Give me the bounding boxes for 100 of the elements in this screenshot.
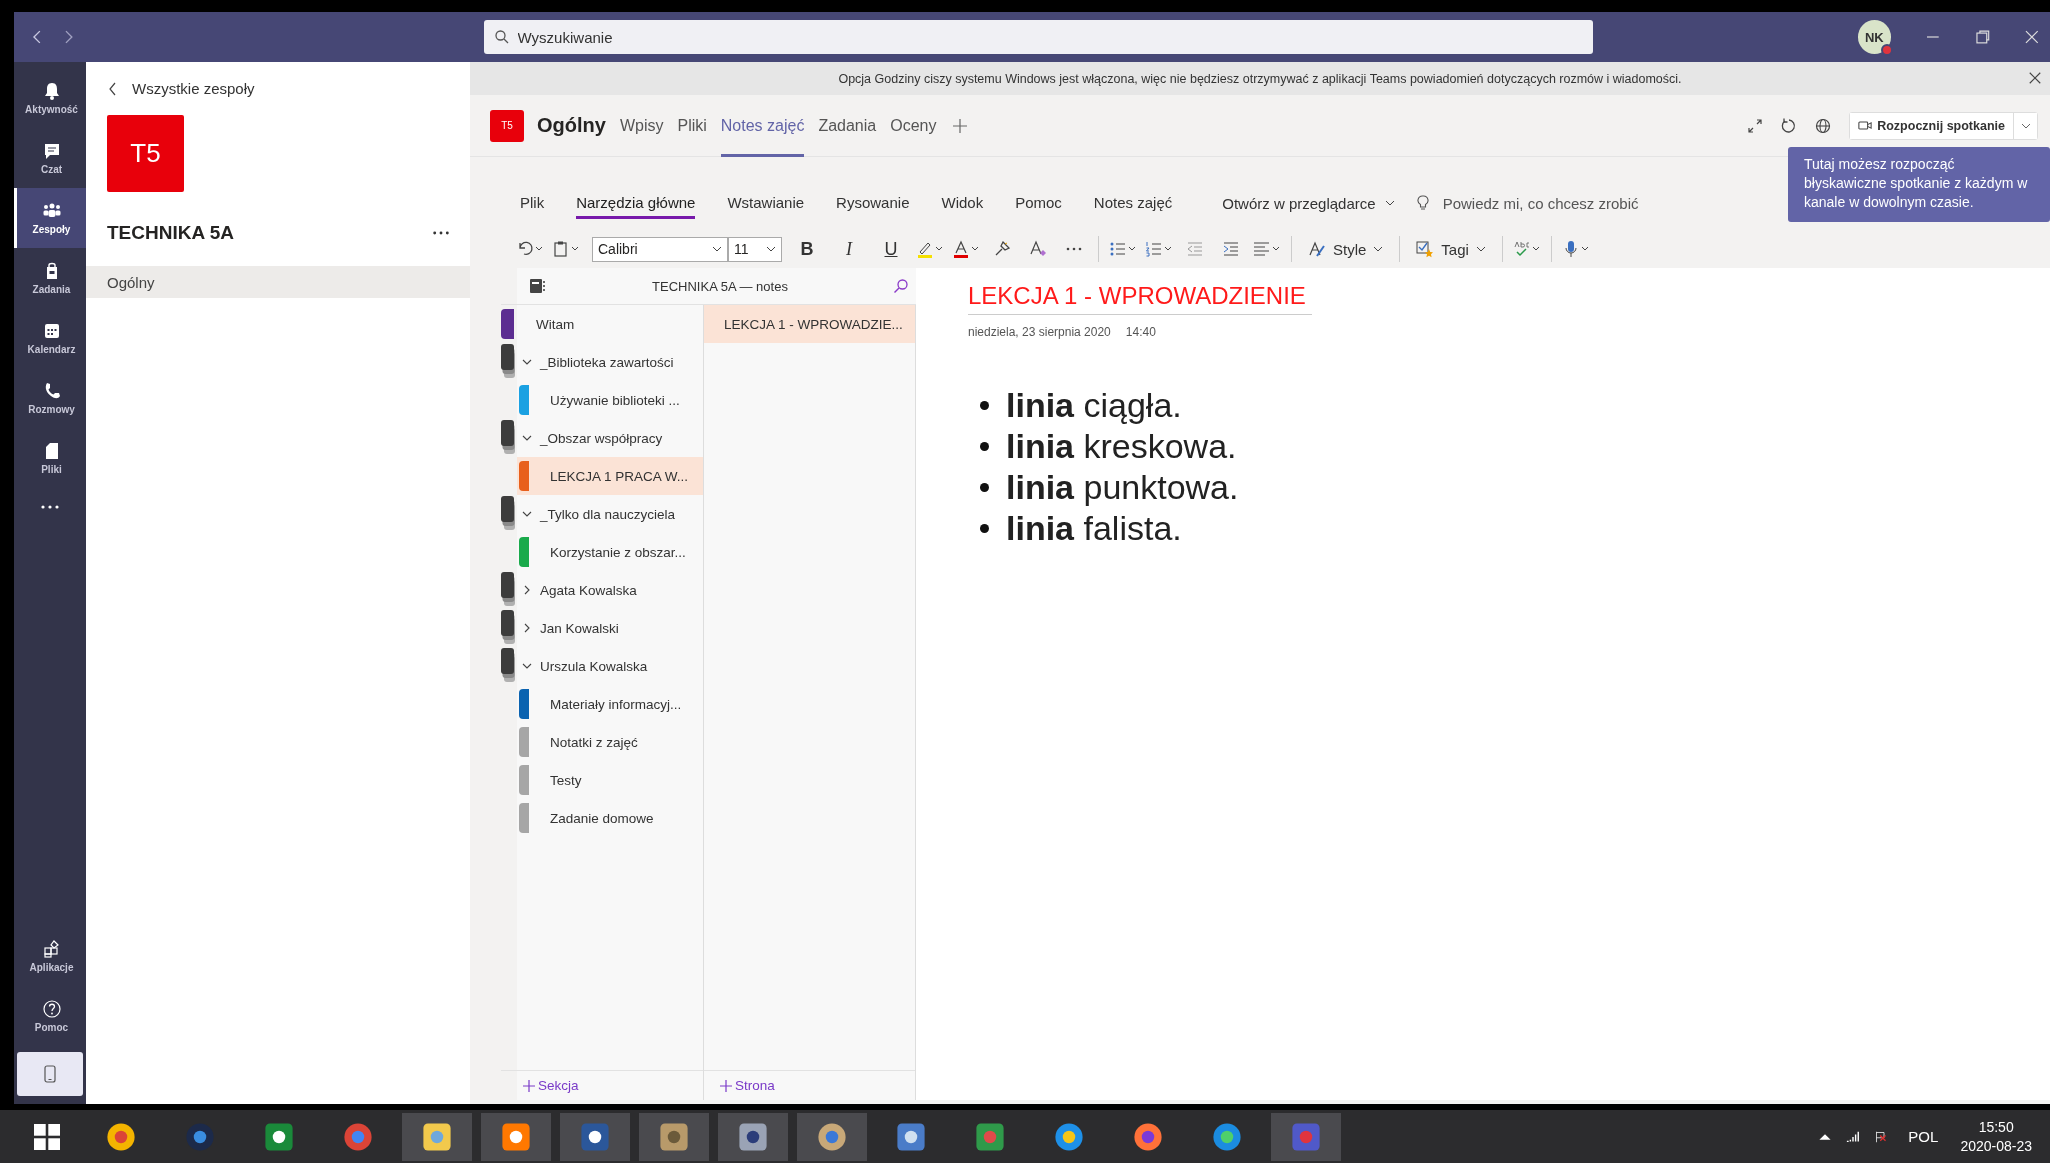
section-item[interactable]: Materiały informacyj... (517, 685, 703, 723)
open-in-browser-button[interactable]: Otwórz w przeglądarce (1216, 193, 1401, 213)
section-label: Korzystanie z obszar... (550, 544, 686, 560)
channel-item[interactable]: Ogólny (86, 266, 470, 298)
flag-icon[interactable] (1874, 1130, 1889, 1143)
section-group-label: _Biblioteka zawartości (540, 354, 674, 370)
bold-button[interactable]: B (790, 237, 824, 261)
section-item[interactable]: Zadanie domowe (517, 799, 703, 837)
chevron-icon[interactable] (522, 357, 532, 367)
taskbar-app[interactable] (560, 1112, 630, 1161)
ribbon-tab[interactable]: Plik (520, 187, 545, 219)
bullet-icon (980, 401, 989, 410)
input-language[interactable]: POL (1908, 1128, 1939, 1145)
section-group[interactable]: Agata Kowalska (517, 571, 703, 609)
chevron-icon[interactable] (522, 623, 532, 633)
bullets-icon[interactable] (1109, 240, 1137, 258)
pen-icon (1308, 240, 1326, 258)
ribbon-tab[interactable]: Wstawianie (727, 187, 805, 219)
windows-logo-icon[interactable] (34, 1123, 60, 1150)
taskbar-app[interactable] (718, 1112, 788, 1161)
channel-tab[interactable]: Zadania (818, 94, 877, 157)
signal-icon[interactable] (1846, 1130, 1861, 1143)
team-tile: T5 (490, 109, 524, 142)
clock[interactable]: 15:50 2020-08-23 (1960, 1117, 2032, 1156)
clear-formatting-icon[interactable] (1028, 240, 1048, 258)
app-bar-item[interactable]: Kalendarz (14, 308, 86, 368)
section-item[interactable]: Notatki z zajęć (517, 723, 703, 761)
app-bar-item[interactable]: Zespoły (14, 188, 86, 248)
ribbon-tab[interactable]: Notes zajęć (1093, 187, 1173, 219)
page-item[interactable]: LEKCJA 1 - WPROWADZIE... (704, 305, 915, 343)
taskbar-app[interactable] (402, 1112, 472, 1161)
channel-tab[interactable]: Pliki (677, 94, 707, 157)
add-section-button[interactable]: Sekcja (517, 1078, 579, 1093)
spelling-icon[interactable] (1512, 240, 1541, 258)
italic-button[interactable]: I (832, 237, 866, 261)
channel-tab[interactable]: Wpisy (619, 94, 664, 157)
section-group-icon (501, 648, 515, 684)
app-bar-item[interactable]: Pomoc (14, 986, 86, 1046)
channel-tab[interactable]: Oceny (890, 94, 937, 157)
chevron-icon[interactable] (522, 509, 532, 519)
section-group[interactable]: _Tylko dla nauczyciela (517, 495, 703, 533)
ribbon-tab[interactable]: Widok (941, 187, 984, 219)
section-group-label: Agata Kowalska (540, 582, 637, 598)
page-time: 14:40 (1125, 325, 1156, 339)
section-group[interactable]: Jan Kowalski (517, 609, 703, 647)
lightbulb-icon (1416, 195, 1429, 211)
tell-me-field[interactable]: Powiedz mi, co chcesz zrobić (1440, 193, 1701, 213)
section-item[interactable]: Witam (517, 305, 703, 343)
search-icon[interactable] (893, 278, 909, 294)
close-icon[interactable] (2028, 71, 2042, 85)
style-button[interactable]: Style (1302, 239, 1390, 259)
chevron-icon[interactable] (522, 433, 532, 443)
highlighter-icon[interactable] (916, 240, 944, 258)
ribbon-tab[interactable]: Rysowanie (836, 187, 910, 219)
section-group[interactable]: _Biblioteka zawartości (517, 343, 703, 381)
refresh-icon[interactable] (1781, 117, 1798, 134)
taskbar-app[interactable] (797, 1112, 867, 1161)
section-item[interactable]: Testy (517, 761, 703, 799)
taskbar-app[interactable] (481, 1112, 551, 1161)
channel-tab[interactable]: Notes zajęć (720, 94, 805, 157)
restore-icon[interactable] (1974, 29, 1991, 45)
app-bar-item[interactable]: Pliki (14, 428, 86, 488)
bullet-icon (980, 442, 989, 451)
add-page-button[interactable]: Strona (714, 1078, 775, 1093)
section-group-label: _Obszar współpracy (540, 430, 663, 446)
font-color-icon[interactable] (952, 240, 980, 258)
mobile-app-button[interactable] (17, 1052, 83, 1096)
undo-icon[interactable] (516, 240, 544, 258)
numbering-icon[interactable] (1145, 240, 1173, 258)
font-size-field[interactable]: 11 (728, 236, 782, 262)
app-bar-item[interactable]: Zadania (14, 248, 86, 308)
font-name-field[interactable]: Calibri (592, 236, 728, 262)
chevron-icon[interactable] (522, 661, 532, 671)
app-bar-item[interactable]: Czat (14, 128, 86, 188)
notebook-icon[interactable] (529, 278, 547, 294)
expand-icon[interactable] (1747, 117, 1764, 134)
paste-icon[interactable] (552, 240, 580, 258)
search-field[interactable]: Wyszukiwanie (483, 20, 1593, 54)
more-icon[interactable] (40, 504, 60, 510)
chevron-icon[interactable] (522, 585, 532, 595)
back-icon[interactable] (32, 29, 42, 45)
app-bar-item[interactable]: Aplikacje (14, 926, 86, 986)
underline-button[interactable]: U (874, 237, 908, 261)
avatar[interactable]: NK (1857, 20, 1891, 54)
forward-icon[interactable] (63, 29, 74, 45)
ribbon-tab[interactable]: Pomoc (1015, 187, 1062, 219)
app-bar-item[interactable]: Rozmowy (14, 368, 86, 428)
section-item[interactable]: Używanie biblioteki ... (517, 381, 703, 419)
section-group[interactable]: Urszula Kowalska (517, 647, 703, 685)
more-icon[interactable] (432, 230, 450, 236)
app-bar-item[interactable]: Aktywność (14, 68, 86, 128)
section-label: Testy (550, 772, 582, 788)
section-item[interactable]: Korzystanie z obszar... (517, 533, 703, 571)
all-teams-link[interactable]: Wszystkie zespoły (108, 80, 470, 97)
section-item[interactable]: LEKCJA 1 PRACA W... (517, 457, 703, 495)
globe-icon[interactable] (1815, 117, 1832, 134)
bullet-text: linia kreskowa. (1006, 426, 1237, 467)
tags-button[interactable]: Tagi (1410, 239, 1492, 259)
section-group[interactable]: _Obszar współpracy (517, 419, 703, 457)
ribbon-tab[interactable]: Narzędzia główne (576, 187, 696, 219)
